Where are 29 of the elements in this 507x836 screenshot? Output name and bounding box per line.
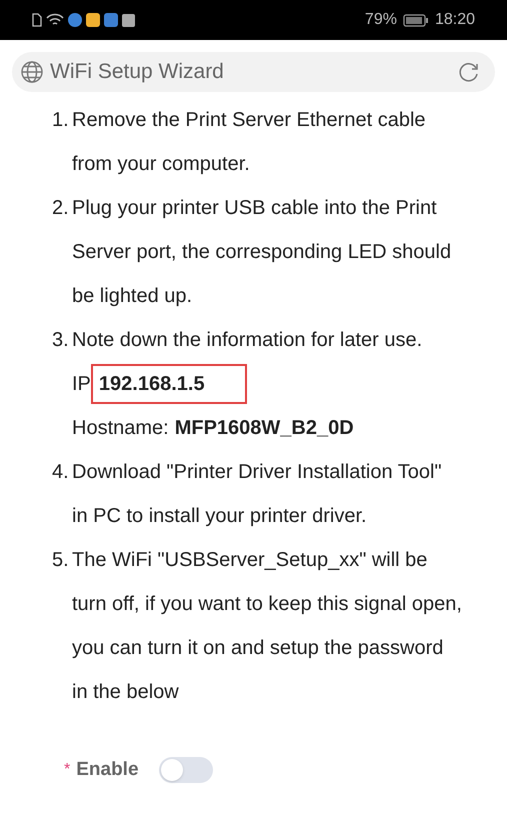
battery-percentage: 79% [364,10,397,30]
step-number: 1. [52,108,70,133]
wifi-icon [46,13,64,27]
notification-icon [104,13,118,27]
sim-icon [32,13,42,27]
refresh-icon[interactable] [457,60,481,84]
step-number: 5. [52,548,70,573]
required-mark: * [64,760,70,780]
enable-switch[interactable] [158,757,213,784]
step-number: 3. [52,328,70,353]
step-text: Plug your printer USB cable into the Print Server port, the corresponding LED should be lighted up. [72,196,452,309]
globe-icon [20,60,44,84]
notification-icon [68,13,82,27]
detail-value: MFP1608W_B2_0D [174,416,354,441]
notification-icon [122,14,135,26]
detail-value: 192.168.1.5 [90,364,247,404]
detail-label: IP [72,372,91,397]
step-number: 4. [52,460,70,485]
step-number: 2. [52,196,70,221]
step-text: Download "Printer Driver Installation Tool" in PC to install your printer driver. [72,460,443,529]
step-text: The WiFi "USBServer_Setup_xx" will be turn off, if you want to keep this signal open, you can turn it on and setup the password in the below [72,548,462,705]
step-text: Note down the information for later use. [72,328,424,353]
detail-label: Hostname: [72,416,169,441]
step-text: Remove the Print Server Ethernet cable from your computer. [72,108,427,177]
header-title: WiFi Setup Wizard [50,59,225,86]
battery-icon [402,14,429,26]
enable-label: Enable [76,758,139,782]
notification-icon [86,13,100,27]
clock: 18:20 [434,10,475,30]
